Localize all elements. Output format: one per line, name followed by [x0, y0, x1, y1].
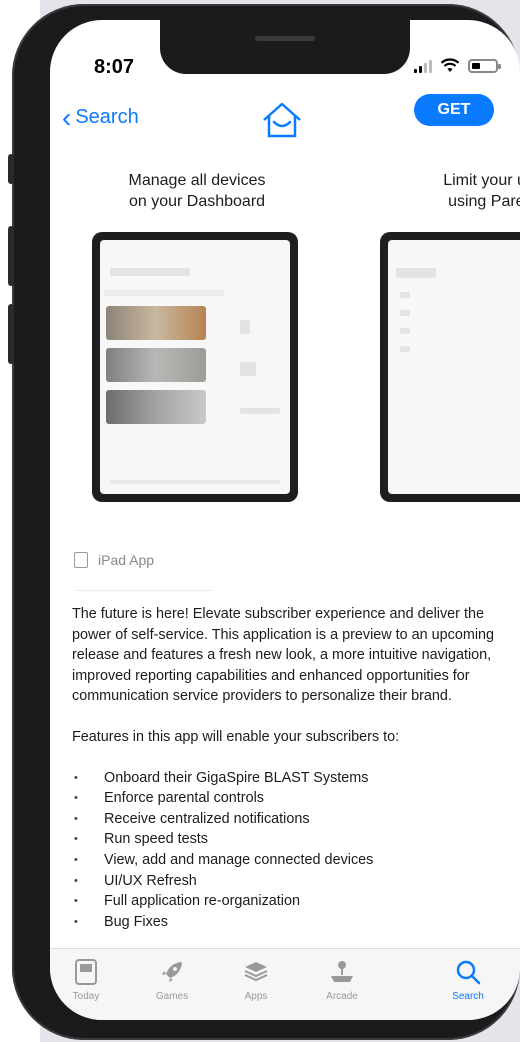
volume-down-button — [8, 304, 14, 364]
app-description: The future is here! Elevate subscriber e… — [72, 604, 504, 932]
layers-icon — [244, 962, 268, 982]
tab-bar: Today Games Apps Arcade Search — [50, 948, 520, 1020]
feature-item: Onboard their GigaSpire BLAST Systems — [72, 768, 504, 789]
back-button-label: Search — [75, 106, 139, 128]
tab-arcade[interactable]: Arcade — [302, 955, 382, 1002]
status-time: 8:07 — [94, 56, 135, 78]
screenshot-caption: Limit your use using Parent — [443, 172, 520, 210]
phone-screen: 8:07 ‹ Search Manage all devices on your… — [50, 20, 520, 1020]
arcade-joystick-icon — [331, 961, 353, 982]
search-icon — [456, 960, 481, 985]
feature-item: Run speed tests — [72, 829, 504, 850]
screenshot-caption: Manage all devices on your Dashboard — [128, 172, 266, 210]
feature-item: UI/UX Refresh — [72, 871, 504, 892]
tab-games[interactable]: Games — [132, 955, 212, 1002]
back-button[interactable]: ‹ Search — [62, 101, 139, 133]
volume-up-button — [8, 226, 14, 286]
description-paragraph: Features in this app will enable your su… — [72, 728, 400, 745]
wifi-icon — [440, 58, 460, 72]
rocket-icon — [162, 962, 182, 982]
ipad-app-indicator: iPad App — [74, 552, 154, 568]
ipad-app-label: iPad App — [98, 552, 155, 568]
feature-item: Enforce parental controls — [72, 788, 504, 809]
screenshot-card: Limit your use using Parent — [388, 170, 520, 212]
screenshot-card: Manage all devices on your Dashboard — [92, 170, 302, 212]
ipad-screenshot-parental[interactable] — [380, 232, 520, 502]
screenshot-carousel[interactable]: Manage all devices on your Dashboard Lim… — [50, 170, 520, 510]
feature-item: Bug Fixes — [72, 912, 504, 933]
get-button[interactable]: GET — [414, 94, 494, 126]
status-icons — [414, 58, 501, 74]
feature-item: Full application re-organization — [72, 891, 504, 912]
cellular-signal-icon — [414, 59, 432, 73]
ipad-screenshot-dashboard[interactable] — [92, 232, 298, 502]
ipad-icon — [74, 552, 88, 568]
tab-apps[interactable]: Apps — [216, 955, 296, 1002]
battery-icon — [468, 59, 501, 73]
divider — [74, 590, 214, 591]
speaker — [255, 36, 315, 41]
description-paragraph: The future is here! Elevate subscriber e… — [72, 606, 495, 705]
feature-list: Onboard their GigaSpire BLAST Systems En… — [72, 768, 504, 933]
tab-today[interactable]: Today — [50, 955, 126, 1002]
chevron-left-icon: ‹ — [62, 101, 72, 133]
notch — [160, 20, 410, 74]
silent-switch — [8, 154, 14, 184]
tab-search[interactable]: Search — [428, 955, 508, 1002]
feature-item: View, add and manage connected devices — [72, 850, 504, 871]
app-logo-icon — [263, 102, 301, 138]
feature-item: Receive centralized notifications — [72, 809, 504, 830]
today-icon — [75, 959, 97, 985]
